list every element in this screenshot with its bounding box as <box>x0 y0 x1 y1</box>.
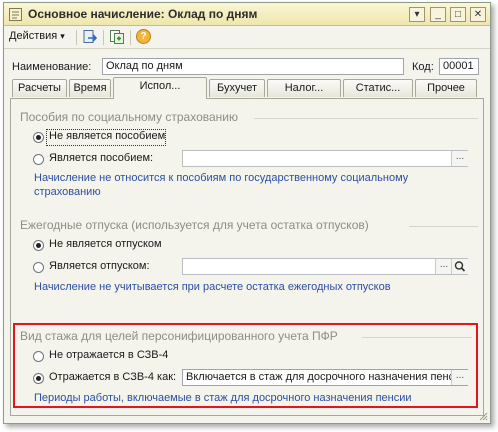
minimize-button[interactable]: _ <box>430 7 446 22</box>
name-label: Наименование: <box>12 61 92 73</box>
tab-calculations[interactable]: Расчеты <box>12 79 67 97</box>
code-label: Код: <box>412 61 434 73</box>
benefits-option-not-benefit-radio[interactable] <box>33 132 44 143</box>
close-button[interactable]: ✕ <box>470 7 486 22</box>
seniority-info-text: Периоды работы, включаемые в стаж для до… <box>34 392 412 404</box>
tab-time[interactable]: Время <box>69 79 111 97</box>
title-bar: Основное начисление: Оклад по дням ▾ _ □… <box>4 3 490 26</box>
vacation-option-not-vacation-label[interactable]: Не является отпуском <box>49 238 162 250</box>
toolbar-divider <box>130 30 131 45</box>
tab-statistics[interactable]: Статис... <box>343 79 413 97</box>
seniority-type-select[interactable]: Включается в стаж для досрочного назначе… <box>182 369 468 386</box>
benefits-option-is-benefit-label[interactable]: Является пособием: <box>49 152 153 164</box>
document-app-icon <box>9 8 22 21</box>
vacation-option-is-vacation-radio[interactable] <box>33 262 44 273</box>
copy-document-icon[interactable] <box>109 29 125 45</box>
tab-other[interactable]: Прочее <box>415 79 477 97</box>
chevron-down-icon: ▾ <box>414 9 420 20</box>
benefits-option-is-benefit-radio[interactable] <box>33 154 44 165</box>
seniority-section-title: Вид стажа для целей персонифицированного… <box>20 329 338 343</box>
seniority-option-not-reflected-label[interactable]: Не отражается в СЗВ-4 <box>49 349 168 361</box>
vacations-section-title: Ежегодные отпуска (используется для учет… <box>20 218 369 232</box>
vacation-search-button[interactable] <box>451 259 468 274</box>
window-menu-button[interactable]: ▾ <box>409 7 425 22</box>
vacation-option-not-vacation-radio[interactable] <box>33 240 44 251</box>
window-title: Основное начисление: Оклад по дням <box>28 7 258 21</box>
document-window: Основное начисление: Оклад по дням ▾ _ □… <box>3 2 491 424</box>
resize-grip-icon[interactable] <box>478 411 488 421</box>
maximize-button[interactable]: □ <box>450 7 466 22</box>
section-divider <box>409 226 478 227</box>
actions-label: Действия <box>9 30 58 42</box>
seniority-option-reflected-radio[interactable] <box>33 373 44 384</box>
tab-taxes[interactable]: Налог... <box>267 79 341 97</box>
vacation-option-is-vacation-label[interactable]: Является отпуском: <box>49 260 150 272</box>
benefit-type-input[interactable] <box>182 150 468 167</box>
section-divider <box>362 337 472 338</box>
benefits-section-title: Пособия по социальному страхованию <box>20 110 238 124</box>
tab-usage[interactable]: Испол... <box>113 77 207 99</box>
toolbar-divider <box>103 30 104 45</box>
help-icon: ? <box>140 31 147 42</box>
actions-menu-button[interactable]: Действия ▾ <box>9 30 65 42</box>
help-button[interactable]: ? <box>136 29 151 44</box>
vacation-browse-button[interactable]: ... <box>435 259 452 274</box>
toolbar-divider <box>76 30 77 45</box>
search-icon <box>454 261 466 272</box>
vacation-type-input[interactable] <box>182 258 468 275</box>
benefits-option-not-benefit-label[interactable]: Не является пособием <box>49 130 165 142</box>
code-input[interactable]: 00001 <box>439 58 479 75</box>
post-document-icon[interactable] <box>82 29 98 45</box>
toolbar: Действия ▾ ? <box>4 26 490 49</box>
vacations-info-text: Начисление не учитывается при расчете ос… <box>34 281 391 293</box>
benefits-info-text: Начисление не относится к пособиям по го… <box>34 172 409 198</box>
tab-accounting[interactable]: Бухучет <box>209 79 265 97</box>
chevron-down-icon: ▾ <box>60 31 65 41</box>
section-divider <box>254 118 478 119</box>
benefit-browse-button[interactable]: ... <box>451 151 468 166</box>
close-icon: ✕ <box>473 9 483 20</box>
seniority-browse-button[interactable]: ... <box>451 370 468 385</box>
seniority-option-not-reflected-radio[interactable] <box>33 351 44 362</box>
name-input[interactable]: Оклад по дням <box>102 58 404 75</box>
seniority-option-reflected-label[interactable]: Отражается в СЗВ-4 как: <box>49 371 176 383</box>
minimize-icon: _ <box>435 9 441 20</box>
maximize-icon: □ <box>454 9 462 20</box>
